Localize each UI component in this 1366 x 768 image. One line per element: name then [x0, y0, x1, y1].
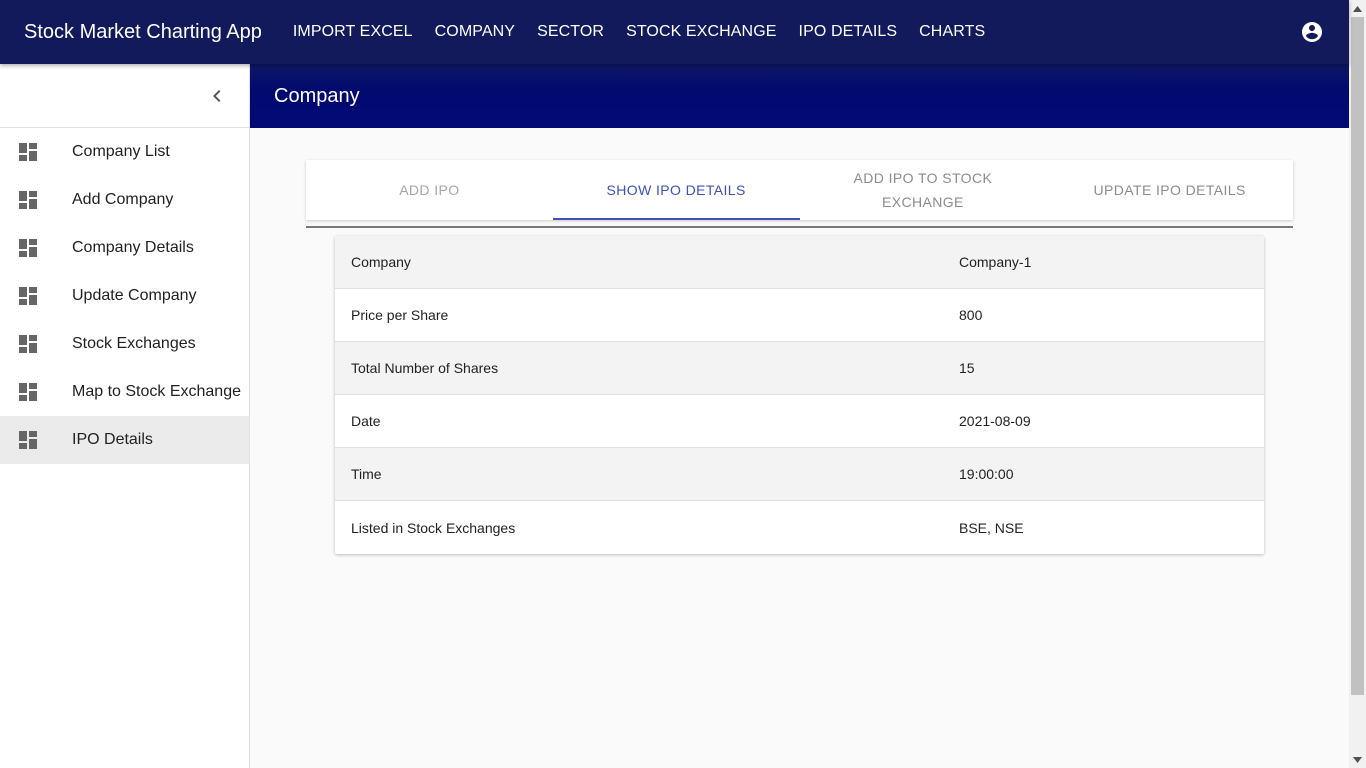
sidebar-item-label: Stock Exchanges [72, 335, 196, 352]
tab-show-ipo-details[interactable]: SHOW IPO DETAILS [552, 160, 800, 220]
sidebar-item-update-company[interactable]: Update Company [0, 272, 249, 320]
sidebar-item-company-list[interactable]: Company List [0, 128, 249, 176]
sidebar-header [0, 64, 249, 128]
sidebar: Company List Add Company Company Details… [0, 64, 250, 768]
nav-import-excel[interactable]: IMPORT EXCEL [282, 0, 424, 64]
row-key: Total Number of Shares [351, 360, 499, 376]
tab-add-ipo-to-stock-exchange[interactable]: ADD IPO TO STOCK EXCHANGE [800, 160, 1047, 220]
row-value: 2021-08-09 [959, 413, 1031, 429]
vertical-scrollbar[interactable] [1349, 0, 1366, 768]
table-row: Date 2021-08-09 [335, 395, 1264, 448]
dashboard-icon [19, 191, 37, 209]
row-value: 800 [959, 307, 983, 323]
page-title: Company [250, 64, 1349, 128]
chevron-left-icon[interactable] [205, 84, 229, 108]
tab-update-ipo-details[interactable]: UPDATE IPO DETAILS [1046, 160, 1293, 220]
scroll-up-icon[interactable] [1349, 0, 1366, 17]
row-value: Company-1 [959, 254, 1032, 270]
tab-bar: ADD IPO SHOW IPO DETAILS ADD IPO TO STOC… [306, 160, 1293, 220]
dashboard-icon [19, 143, 37, 161]
nav-charts[interactable]: CHARTS [908, 0, 996, 64]
account-circle-icon[interactable] [1300, 20, 1324, 44]
row-value: 19:00:00 [959, 466, 1014, 482]
dashboard-icon [19, 335, 37, 353]
sidebar-item-label: Add Company [72, 191, 174, 208]
nav-company[interactable]: COMPANY [424, 0, 526, 64]
dashboard-icon [19, 239, 37, 257]
table-row: Company Company-1 [335, 236, 1264, 289]
row-key: Company [351, 254, 411, 270]
sidebar-item-stock-exchanges[interactable]: Stock Exchanges [0, 320, 249, 368]
sidebar-item-label: IPO Details [72, 431, 153, 448]
scrollbar-thumb[interactable] [1351, 17, 1364, 695]
ipo-details-table: Company Company-1 Price per Share 800 To… [335, 236, 1264, 554]
top-app-bar: Stock Market Charting App IMPORT EXCEL C… [0, 0, 1349, 64]
nav-ipo-details[interactable]: IPO DETAILS [788, 0, 909, 64]
tab-add-ipo[interactable]: ADD IPO [306, 160, 553, 220]
sidebar-item-label: Company List [72, 143, 170, 160]
row-value: BSE, NSE [959, 519, 1024, 536]
nav-sector[interactable]: SECTOR [526, 0, 615, 64]
row-value: 15 [959, 360, 975, 376]
sidebar-item-label: Update Company [72, 287, 197, 304]
row-key: Price per Share [351, 307, 449, 323]
table-row: Price per Share 800 [335, 289, 1264, 342]
nav-stock-exchange[interactable]: STOCK EXCHANGE [615, 0, 787, 64]
scroll-down-icon[interactable] [1349, 751, 1366, 768]
dashboard-icon [19, 431, 37, 449]
table-row: Total Number of Shares 15 [335, 342, 1264, 395]
sidebar-item-ipo-details[interactable]: IPO Details [0, 416, 249, 464]
dashboard-icon [19, 383, 37, 401]
sidebar-item-add-company[interactable]: Add Company [0, 176, 249, 224]
app-title: Stock Market Charting App [24, 20, 262, 43]
row-key: Listed in Stock Exchanges [351, 519, 516, 536]
app-root: Stock Market Charting App IMPORT EXCEL C… [0, 0, 1366, 768]
sidebar-item-company-details[interactable]: Company Details [0, 224, 249, 272]
table-row: Listed in Stock Exchanges BSE, NSE [335, 501, 1264, 554]
row-key: Time [351, 466, 382, 482]
divider [306, 226, 1293, 228]
sidebar-item-map-to-stock-exchange[interactable]: Map to Stock Exchange [0, 368, 249, 416]
table-row: Time 19:00:00 [335, 448, 1264, 501]
sidebar-item-label: Company Details [72, 239, 194, 256]
row-key: Date [351, 413, 381, 429]
sidebar-item-label: Map to Stock Exchange [72, 383, 241, 400]
dashboard-icon [19, 287, 37, 305]
